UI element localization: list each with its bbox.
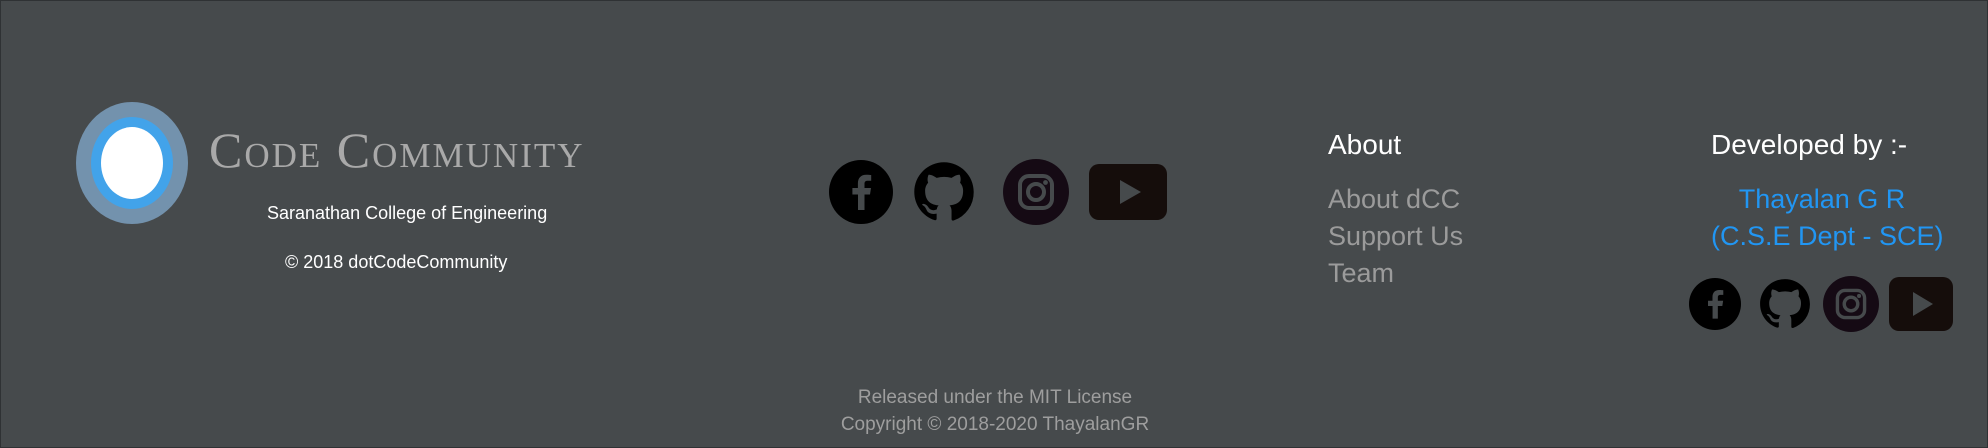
license-text: Released under the MIT License: [857, 387, 1133, 408]
site-footer: Code Community Saranathan College of Eng…: [0, 0, 1988, 448]
developer-dept-link[interactable]: (C.S.E Dept - SCE): [1711, 218, 1944, 255]
college-name: Saranathan College of Engineering: [267, 203, 548, 223]
developer-name-link[interactable]: Thayalan G R: [1711, 181, 1933, 218]
about-links: About dCC Support Us Team: [1328, 181, 1463, 292]
developer-info: Thayalan G R (C.S.E Dept - SCE): [1711, 181, 1944, 255]
about-dcc-link[interactable]: About dCC: [1328, 181, 1463, 218]
github-icon[interactable]: [913, 161, 975, 223]
github-icon[interactable]: [1759, 278, 1811, 330]
social-links: [829, 159, 1167, 225]
support-us-link[interactable]: Support Us: [1328, 218, 1463, 255]
developer-heading: Developed by :-: [1711, 129, 1908, 160]
facebook-icon[interactable]: [829, 160, 893, 224]
facebook-icon[interactable]: [1689, 278, 1741, 330]
brand-copyright: © 2018 dotCodeCommunity: [285, 252, 508, 272]
brand-name: Code Community: [209, 122, 585, 178]
developer-social-links: [1689, 276, 1953, 332]
youtube-icon[interactable]: [1089, 164, 1167, 220]
license-copyright: Copyright © 2018-2020 ThayalanGR: [840, 414, 1150, 435]
team-link[interactable]: Team: [1328, 255, 1463, 292]
youtube-icon[interactable]: [1889, 277, 1953, 331]
about-heading: About: [1328, 129, 1402, 160]
logo-icon: [76, 102, 188, 224]
instagram-icon[interactable]: [1003, 159, 1069, 225]
instagram-icon[interactable]: [1823, 276, 1879, 332]
